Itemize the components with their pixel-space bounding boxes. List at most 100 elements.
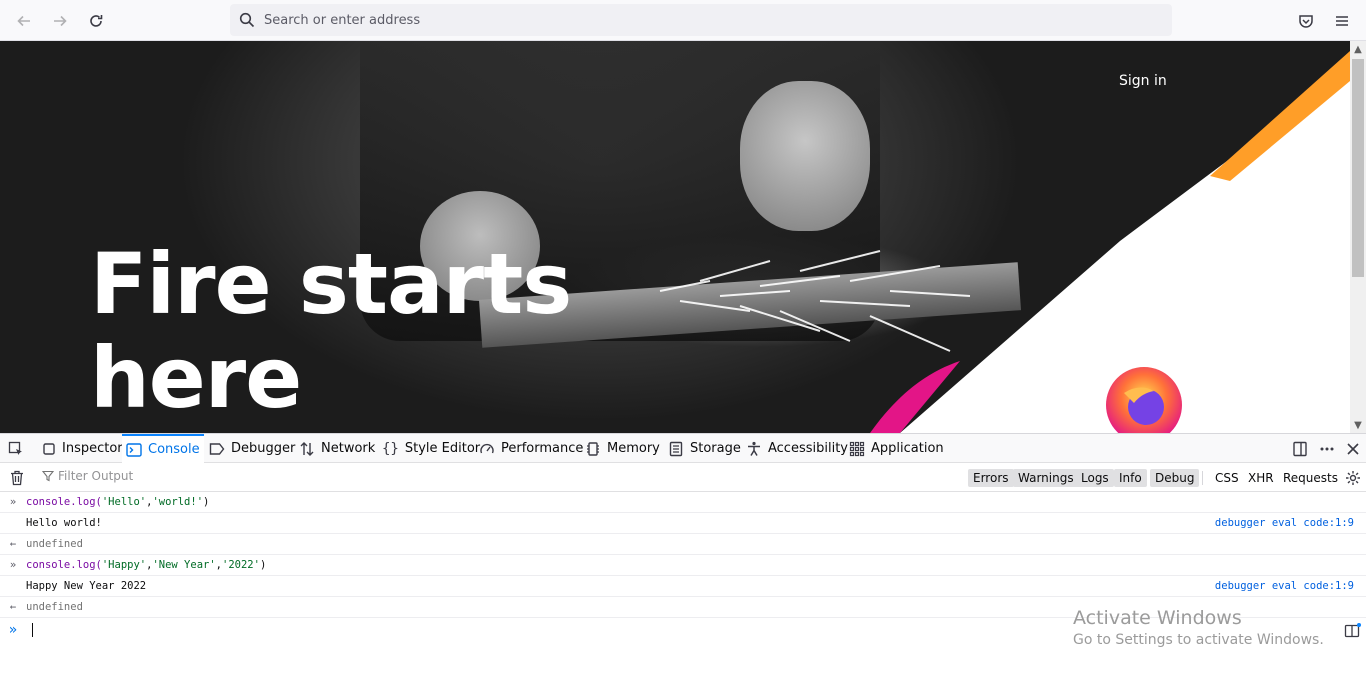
tab-console-label: Console — [148, 442, 200, 457]
tab-inspector[interactable]: Inspector — [38, 434, 127, 463]
tab-memory-label: Memory — [607, 441, 660, 456]
address-bar[interactable] — [230, 4, 1172, 36]
reload-button[interactable] — [83, 8, 109, 34]
result-arrow-icon: ← — [9, 601, 17, 613]
input-chevron-icon: » — [9, 496, 17, 508]
memory-icon — [587, 441, 599, 456]
reload-icon — [90, 15, 103, 27]
element-picker-icon — [8, 441, 22, 455]
filter-divider — [1202, 471, 1203, 485]
tab-network[interactable]: Network — [295, 434, 379, 463]
page-scrollbar[interactable]: ▲ ▼ — [1350, 41, 1366, 433]
filter-debug-button[interactable]: Debug — [1150, 469, 1200, 487]
console-code-close: ) — [259, 559, 267, 571]
console-result-text: undefined — [26, 601, 83, 613]
devtools-close-button[interactable] — [1344, 440, 1362, 458]
prompt-chevron-icon: » — [8, 622, 18, 638]
hero-title-line2: here — [90, 329, 302, 427]
console-result-row: ← undefined — [0, 534, 1366, 555]
tab-console[interactable]: Console — [122, 434, 204, 463]
filter-xhr-button[interactable]: XHR — [1243, 469, 1279, 487]
split-console-button[interactable] — [1344, 622, 1362, 640]
tab-style-editor[interactable]: {} Style Editor — [378, 434, 484, 463]
menu-button[interactable] — [1329, 8, 1355, 34]
tab-accessibility[interactable]: Accessibility — [742, 434, 852, 463]
scrollbar-thumb[interactable] — [1352, 59, 1364, 277]
filter-info-button[interactable]: Info — [1114, 469, 1147, 487]
result-arrow-icon: ← — [9, 538, 17, 550]
tab-application-label: Application — [871, 441, 944, 456]
search-icon — [238, 11, 256, 29]
console-input-row: » console.log( 'Happy', 'New Year', '2022'… — [0, 555, 1366, 576]
console-log-row: Hello world! debugger eval code:1:9 — [0, 513, 1366, 534]
pocket-button[interactable] — [1293, 8, 1319, 34]
console-settings-button[interactable] — [1344, 469, 1362, 487]
scroll-down-icon[interactable]: ▼ — [1353, 420, 1363, 431]
tab-storage[interactable]: Storage — [664, 434, 745, 463]
input-chevron-icon: » — [9, 559, 17, 571]
hamburger-menu-icon — [1336, 16, 1348, 26]
filter-css-button[interactable]: CSS — [1210, 469, 1244, 487]
console-log-row: Happy New Year 2022 debugger eval code:1… — [0, 576, 1366, 597]
hero-image: Fire starts here Sign in — [0, 41, 1350, 433]
filter-logs-button[interactable]: Logs — [1076, 469, 1114, 487]
filter-errors-button[interactable]: Errors — [968, 469, 1014, 487]
console-code-arg: 'world!' — [152, 496, 204, 508]
tab-application[interactable]: Application — [845, 434, 948, 463]
filter-output-field[interactable] — [42, 469, 258, 483]
forward-button[interactable] — [47, 8, 73, 34]
application-icon — [849, 441, 865, 456]
console-code-arg: 'Happy' — [101, 559, 147, 571]
storage-icon — [669, 441, 683, 456]
tab-accessibility-label: Accessibility — [768, 441, 848, 456]
tab-debugger[interactable]: Debugger — [205, 434, 299, 463]
browser-toolbar — [0, 0, 1366, 41]
filter-output-input[interactable] — [58, 469, 258, 483]
console-source-link[interactable]: debugger eval code:1:9 — [1215, 517, 1354, 529]
back-button[interactable] — [11, 8, 37, 34]
inspector-icon — [43, 442, 55, 455]
more-options-icon — [1320, 447, 1334, 451]
text-caret — [32, 623, 33, 637]
watermark-subtitle: Go to Settings to activate Windows. — [1073, 632, 1324, 648]
windows-activation-watermark: Activate Windows Go to Settings to activ… — [1073, 606, 1324, 650]
style-editor-icon: {} — [382, 440, 399, 457]
watermark-title: Activate Windows — [1073, 607, 1242, 629]
console-result-text: undefined — [26, 538, 83, 550]
performance-icon — [480, 443, 494, 453]
devtools-more-button[interactable] — [1318, 440, 1336, 458]
console-icon — [126, 442, 142, 457]
editor-mode-icon — [1344, 623, 1361, 638]
console-filter-bar: Errors Warnings Logs Info Debug CSS XHR … — [0, 463, 1366, 492]
address-input[interactable] — [264, 12, 1144, 28]
accessibility-icon — [748, 441, 760, 456]
gear-icon — [1346, 471, 1360, 485]
tab-performance-label: Performance — [501, 441, 584, 456]
tab-performance[interactable]: Performance — [475, 434, 587, 463]
element-picker-button[interactable] — [4, 434, 28, 463]
clear-console-button[interactable] — [8, 469, 26, 487]
sign-in-link[interactable]: Sign in — [1119, 73, 1167, 89]
tab-debugger-label: Debugger — [231, 441, 296, 456]
filter-warnings-button[interactable]: Warnings — [1013, 469, 1079, 487]
pocket-icon — [1299, 15, 1313, 28]
console-input-row: » console.log( 'Hello', 'world!' ) — [0, 492, 1366, 513]
close-icon — [1347, 443, 1359, 455]
console-code-arg: 'Hello' — [101, 496, 147, 508]
forward-arrow-icon — [54, 15, 67, 27]
console-source-link[interactable]: debugger eval code:1:9 — [1215, 580, 1354, 592]
firefox-logo-icon — [1106, 367, 1182, 433]
scroll-up-icon[interactable]: ▲ — [1353, 44, 1363, 55]
console-code-arg: '2022' — [222, 559, 260, 571]
filter-requests-button[interactable]: Requests — [1278, 469, 1343, 487]
filter-icon — [42, 470, 54, 482]
dock-side-button[interactable] — [1291, 440, 1309, 458]
tab-network-label: Network — [321, 441, 376, 456]
console-code-fn: console.log( — [26, 559, 102, 571]
tab-inspector-label: Inspector — [62, 441, 123, 456]
tab-storage-label: Storage — [690, 441, 741, 456]
tab-memory[interactable]: Memory — [581, 434, 664, 463]
console-code-fn: console.log( — [26, 496, 102, 508]
console-log-text: Happy New Year 2022 — [26, 580, 147, 592]
console-log-text: Hello world! — [26, 517, 102, 529]
